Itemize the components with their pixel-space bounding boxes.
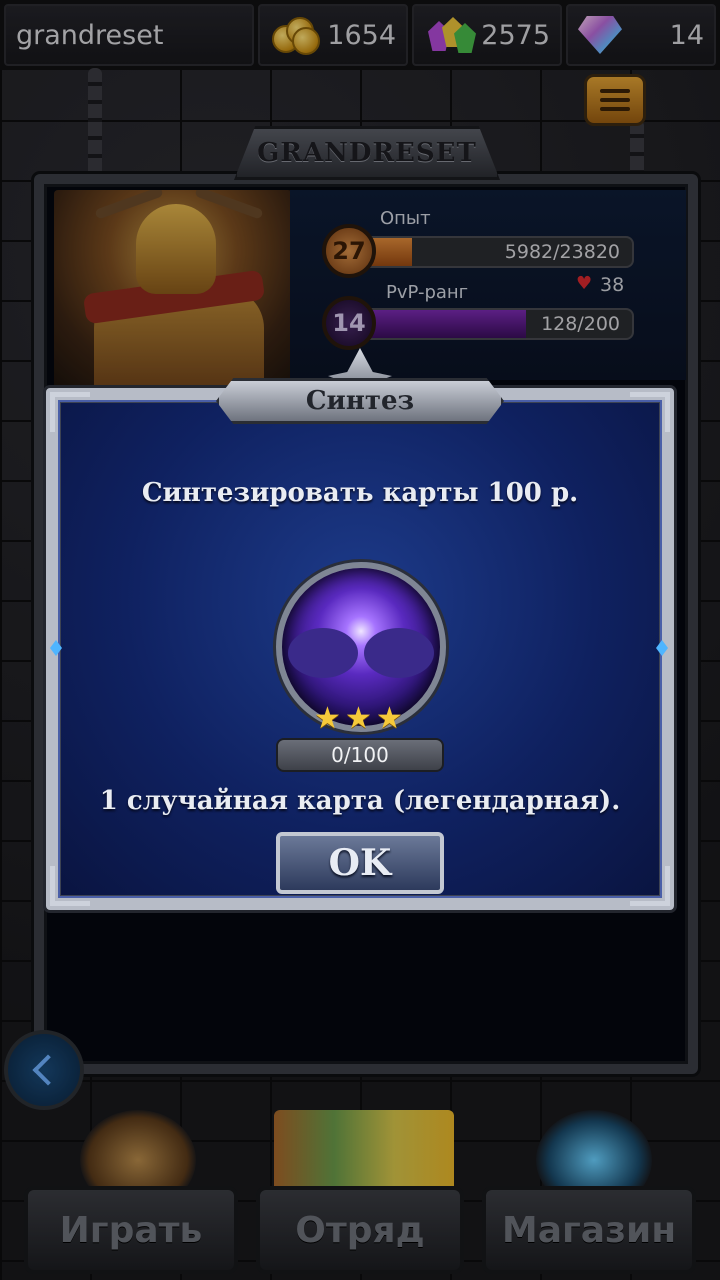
star-icon: ★ — [345, 701, 372, 736]
dialog-corner — [630, 392, 670, 432]
dragon-wing-right — [364, 628, 434, 678]
dialog-title: Синтез — [216, 378, 504, 424]
dragon-wing-left — [288, 628, 358, 678]
synthesis-prompt: Синтезировать карты 100 р. — [141, 478, 579, 508]
dialog-corner — [50, 866, 90, 906]
dialog-corner — [50, 392, 90, 432]
reward-description: 1 случайная карта (легендарная). — [99, 786, 621, 816]
synthesis-progress: 0/100 — [276, 738, 444, 772]
star-icon: ★ — [314, 701, 341, 736]
dialog-corner — [630, 866, 670, 906]
star-icon: ★ — [376, 701, 403, 736]
ok-button[interactable]: OK — [276, 832, 444, 894]
ok-label: OK — [328, 842, 392, 884]
synthesis-progress-value: 0/100 — [331, 743, 389, 767]
